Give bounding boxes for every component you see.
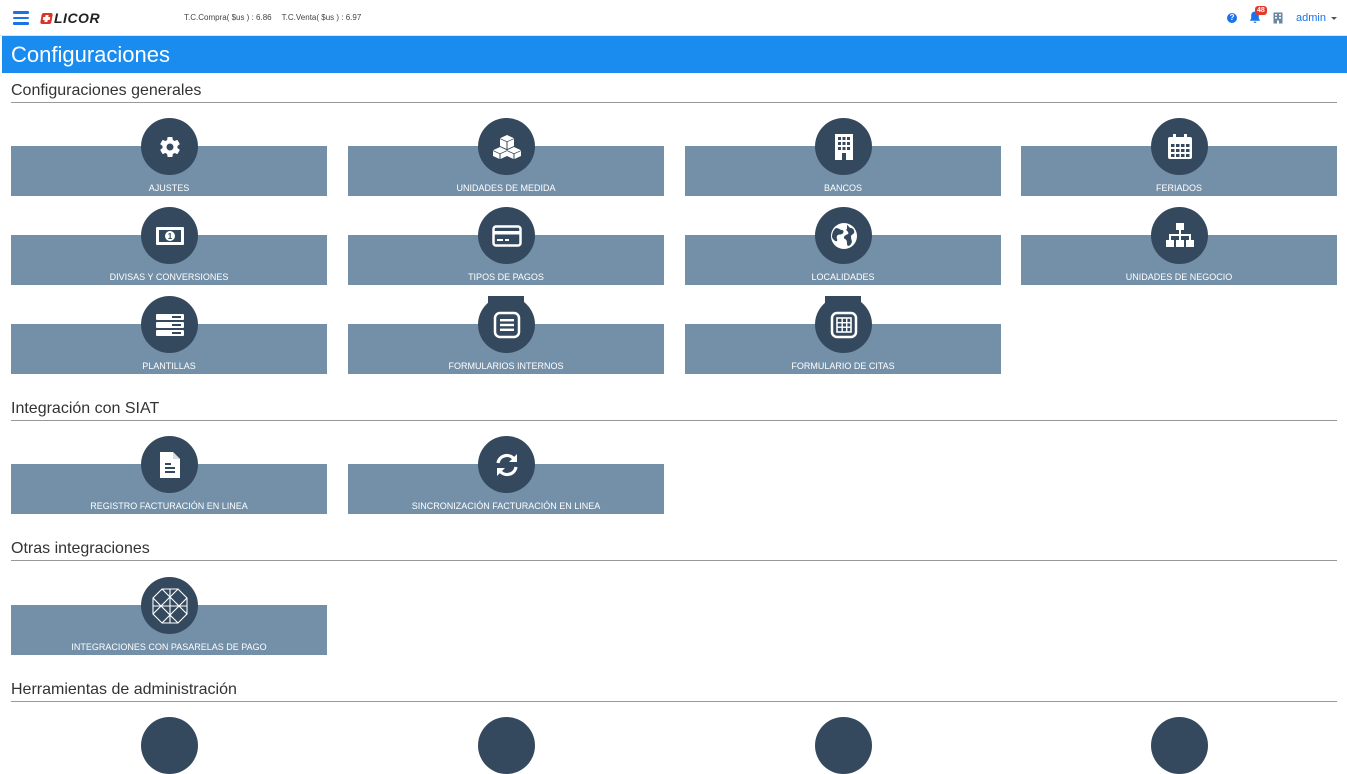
tile-icon-circle — [815, 207, 872, 264]
logo-text: LICOR — [54, 10, 101, 26]
sync-icon — [495, 453, 518, 476]
tile-icon-circle — [478, 118, 535, 175]
tile-label: BANCOS — [823, 183, 862, 193]
network-icon — [151, 587, 188, 624]
tile-label: FERIADOS — [1155, 183, 1202, 193]
tile-icon-circle — [815, 118, 872, 175]
top-navbar: LICOR T.C.Compra( $us ) : 6.86 T.C.Venta… — [0, 0, 1347, 36]
tile-icon-circle — [141, 118, 198, 175]
calendar-icon — [1167, 133, 1192, 159]
notification-badge: 48 — [1255, 6, 1267, 15]
tc-compra: T.C.Compra( $us ) : 6.86 — [184, 13, 272, 22]
server-icon — [155, 313, 184, 336]
document-icon — [159, 451, 180, 478]
tile-label: REGISTRO FACTURACIÓN EN LINEA — [90, 501, 248, 511]
tile-icon-circle — [141, 436, 198, 493]
svg-text:1: 1 — [167, 232, 172, 241]
tile-icon-circle: 1 — [141, 207, 198, 264]
tile-unidades-negocio[interactable]: UNIDADES DE NEGOCIO — [1021, 207, 1337, 285]
tile-pasarelas-pago[interactable]: INTEGRACIONES CON PASARELAS DE PAGO — [11, 577, 327, 655]
tile-localidades[interactable]: LOCALIDADES — [685, 207, 1001, 285]
tile-icon-circle[interactable] — [1151, 717, 1208, 774]
tile-label: FORMULARIO DE CITAS — [791, 361, 895, 371]
tile-label: PLANTILLAS — [142, 361, 196, 371]
tile-registro-facturacion[interactable]: REGISTRO FACTURACIÓN EN LINEA — [11, 436, 327, 514]
tile-label: UNIDADES DE NEGOCIO — [1125, 272, 1233, 282]
list-box-icon — [493, 311, 520, 338]
tile-label: AJUSTES — [148, 183, 190, 193]
tile-icon-circle[interactable] — [815, 717, 872, 774]
logo-mark — [40, 12, 53, 24]
tile-label: FORMULARIOS INTERNOS — [448, 361, 564, 371]
tile-unidades-medida[interactable]: UNIDADES DE MEDIDA — [348, 118, 664, 196]
globe-icon — [830, 222, 857, 249]
tile-ajustes[interactable]: AJUSTES — [11, 118, 327, 196]
tile-divisas[interactable]: 1 DIVISAS Y CONVERSIONES — [11, 207, 327, 285]
tile-tipos-pagos[interactable]: TIPOS DE PAGOS — [348, 207, 664, 285]
notifications-button[interactable]: 48 — [1249, 6, 1267, 25]
page-header: Configuraciones — [2, 36, 1347, 73]
tile-icon-circle — [478, 436, 535, 493]
help-icon[interactable]: ? — [1227, 13, 1238, 23]
tile-icon-circle[interactable] — [478, 717, 535, 774]
tile-label: TIPOS DE PAGOS — [468, 272, 544, 282]
tile-label: DIVISAS Y CONVERSIONES — [109, 272, 229, 282]
menu-icon[interactable] — [13, 11, 29, 25]
tile-label: UNIDADES DE MEDIDA — [456, 183, 556, 193]
tile-label: SINCRONIZACIÓN FACTURACIÓN EN LINEA — [411, 501, 601, 511]
section-title-admin: Herramientas de administración — [11, 681, 1337, 702]
section-title-generales: Configuraciones generales — [11, 82, 1337, 103]
user-menu[interactable]: admin — [1296, 12, 1337, 24]
tile-label: LOCALIDADES — [811, 272, 875, 282]
tile-icon-circle[interactable] — [141, 717, 198, 774]
cubes-icon — [492, 134, 521, 159]
section-title-siat: Integración con SIAT — [11, 400, 1337, 421]
tile-icon-circle — [1151, 118, 1208, 175]
tile-formularios-internos[interactable]: FORMULARIOS INTERNOS — [348, 296, 664, 374]
tile-sincronizacion-facturacion[interactable]: SINCRONIZACIÓN FACTURACIÓN EN LINEA — [348, 436, 664, 514]
exchange-rates: T.C.Compra( $us ) : 6.86 T.C.Venta( $us … — [184, 13, 369, 22]
tile-icon-circle — [1151, 207, 1208, 264]
table-box-icon — [830, 311, 857, 338]
tile-feriados[interactable]: FERIADOS — [1021, 118, 1337, 196]
building-icon — [834, 133, 853, 160]
tile-formulario-citas[interactable]: FORMULARIO DE CITAS — [685, 296, 1001, 374]
tile-icon-circle — [815, 296, 872, 353]
section-title-otras: Otras integraciones — [11, 540, 1337, 561]
tile-icon-circle — [478, 296, 535, 353]
credit-card-icon — [491, 224, 522, 247]
tile-icon-circle — [141, 577, 198, 634]
tile-label: INTEGRACIONES CON PASARELAS DE PAGO — [71, 642, 267, 652]
page-title: Configuraciones — [11, 42, 170, 67]
gear-icon — [159, 136, 180, 157]
tile-plantillas[interactable]: PLANTILLAS — [11, 296, 327, 374]
top-right-tools: ? 48 admin — [1227, 6, 1337, 28]
building-icon[interactable] — [1273, 12, 1283, 24]
tile-icon-circle — [141, 296, 198, 353]
sitemap-icon — [1165, 222, 1194, 247]
tc-venta: T.C.Venta( $us ) : 6.97 — [281, 13, 362, 22]
money-icon: 1 — [155, 226, 184, 245]
logo[interactable]: LICOR — [40, 10, 101, 26]
tile-icon-circle — [478, 207, 535, 264]
tile-bancos[interactable]: BANCOS — [685, 118, 1001, 196]
